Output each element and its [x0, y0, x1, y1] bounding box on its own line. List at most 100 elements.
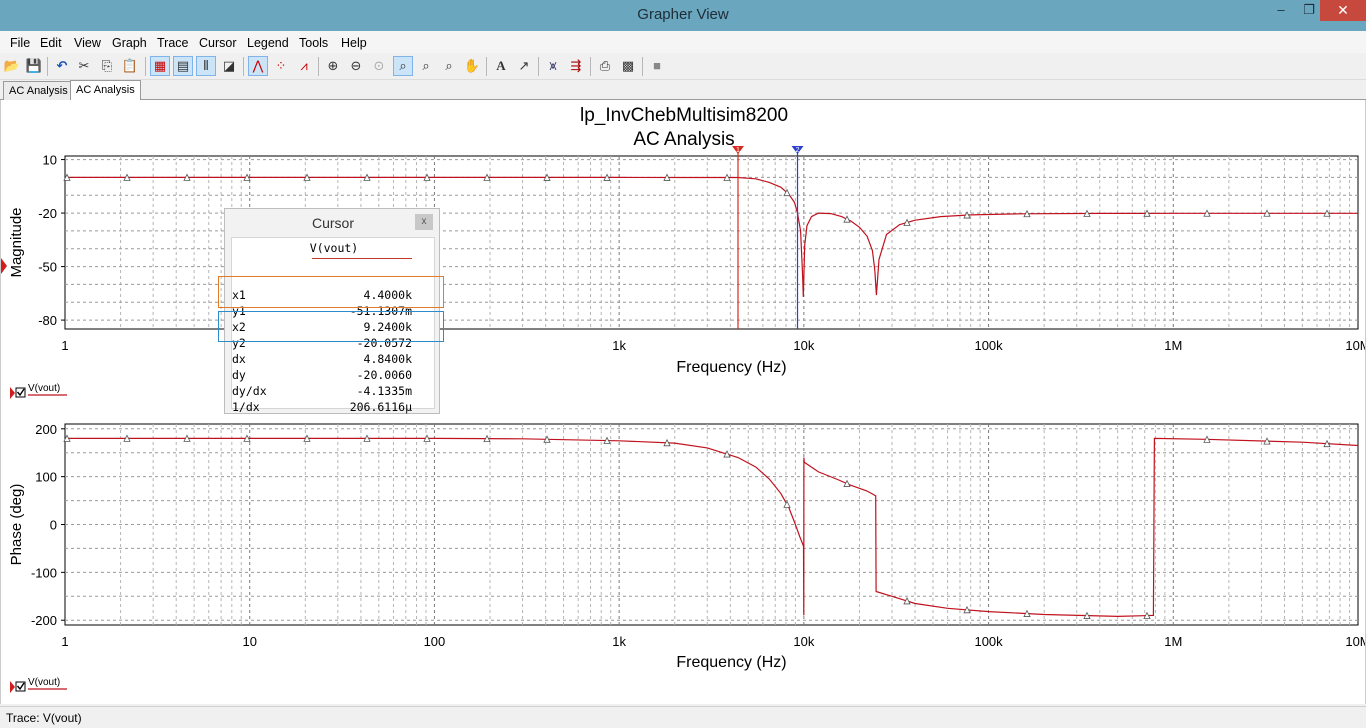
- menu-edit[interactable]: Edit: [40, 36, 62, 50]
- magnitude-chart[interactable]: 10 -20 -50 -80 1 1k 10k 100k 1M 10M Frequency (Hz)…: [8, 146, 1366, 399]
- zoom-area-icon[interactable]: ⌕: [393, 56, 413, 76]
- y-tick-label: -100: [31, 565, 57, 580]
- row-key: dx: [232, 352, 246, 366]
- cursor-1-label: 1: [736, 147, 740, 154]
- graph-canvas[interactable]: lp_InvChebMultisim8200 AC Analysis 10 -20…: [0, 100, 1366, 704]
- toolbar: 📂 💾 ↶ ✂ ⎘ 📋 ▦ ▤ ⫴ ◪ ⋀ ⁘ ⩘ ⊕ ⊖ ⊙ ⌕ ⌕ ⌕ ✋ …: [0, 53, 1366, 80]
- cut-icon[interactable]: ✂: [74, 56, 94, 76]
- status-text: Trace: V(vout): [6, 711, 82, 725]
- lines-points-icon[interactable]: ⩘: [294, 56, 314, 76]
- x-tick-label: 100: [424, 634, 446, 649]
- zoom-y-icon[interactable]: ⌕: [439, 56, 459, 76]
- legend-label: V(vout): [28, 677, 60, 688]
- menu-view[interactable]: View: [74, 36, 101, 50]
- menu-trace[interactable]: Trace: [157, 36, 189, 50]
- y-tick-label: -80: [38, 313, 57, 328]
- plot-area[interactable]: lp_InvChebMultisim8200 AC Analysis 10-20…: [1, 100, 1366, 704]
- toolbar-separator: [486, 57, 487, 76]
- y-tick-label: -20: [38, 206, 57, 221]
- stop-icon[interactable]: ■: [647, 56, 667, 76]
- zoom-out-icon[interactable]: ⊖: [346, 56, 366, 76]
- cursors-icon[interactable]: ⫴: [196, 56, 216, 76]
- cursor-2-label: 2: [796, 147, 800, 154]
- x-tick-label: 1: [61, 338, 68, 353]
- tab-strip: AC Analysis AC Analysis: [0, 80, 1366, 101]
- x-tick-label: 10M: [1345, 634, 1365, 649]
- zoom-x-icon[interactable]: ⌕: [416, 56, 436, 76]
- menu-graph[interactable]: Graph: [112, 36, 147, 50]
- pan-icon[interactable]: ✋: [462, 56, 482, 76]
- legend-marker-icon: [10, 387, 15, 399]
- row-key: dy/dx: [232, 384, 267, 398]
- close-button[interactable]: ✕: [1320, 0, 1366, 21]
- open-icon[interactable]: 📂: [2, 56, 22, 76]
- cursor-table-header: V(vout): [309, 241, 359, 255]
- y-tick-label: 200: [35, 422, 57, 437]
- tab-ac-analysis-1[interactable]: AC Analysis: [3, 81, 74, 100]
- toolbar-separator: [243, 57, 244, 76]
- show-lines-icon[interactable]: ⋀: [248, 56, 268, 76]
- x-tick-label: 1: [61, 634, 68, 649]
- properties-icon[interactable]: ▩: [618, 56, 638, 76]
- row-value: -20.0060: [356, 368, 412, 382]
- cursor2-highlight: [218, 311, 444, 342]
- row-key: 1/dx: [232, 400, 260, 414]
- graph-subtitle: AC Analysis: [633, 129, 734, 150]
- y-tick-label: -200: [31, 613, 57, 628]
- x-tick-label: 100k: [974, 634, 1003, 649]
- text-tool-icon[interactable]: A: [491, 56, 511, 76]
- x-tick-label: 10k: [793, 338, 814, 353]
- menu-tools[interactable]: Tools: [299, 36, 328, 50]
- tab-ac-analysis-2[interactable]: AC Analysis: [70, 80, 141, 101]
- menu-bar: File Edit View Graph Trace Cursor Legend…: [0, 31, 1366, 53]
- copy-icon[interactable]: ⎘: [97, 56, 117, 76]
- cursor-trace-color: [312, 258, 412, 259]
- graph-title: lp_InvChebMultisim8200: [580, 105, 788, 126]
- cursor-row-dx: dx 4.8400k: [232, 352, 436, 368]
- legend-marker-icon: [10, 681, 15, 693]
- x-tick-label: 1M: [1164, 338, 1182, 353]
- maximize-button[interactable]: ❐: [1295, 0, 1323, 21]
- row-key: dy: [232, 368, 246, 382]
- overlay-icon[interactable]: ◪: [219, 56, 239, 76]
- x-tick-label: 10: [242, 634, 256, 649]
- window-title: Grapher View: [637, 6, 729, 23]
- minimize-button[interactable]: –: [1267, 0, 1295, 21]
- x-axis-label: Frequency (Hz): [676, 359, 786, 376]
- x-axis-label: Frequency (Hz): [676, 654, 786, 671]
- legend-icon[interactable]: ▤: [173, 56, 193, 76]
- row-value: -4.1335m: [356, 384, 412, 398]
- x-tick-label: 10M: [1345, 338, 1365, 353]
- save-icon[interactable]: 💾: [24, 56, 44, 76]
- x-tick-label: 1M: [1164, 634, 1182, 649]
- menu-legend[interactable]: Legend: [247, 36, 289, 50]
- y-tick-label: -50: [38, 260, 57, 275]
- export-icon[interactable]: ⇶: [566, 56, 586, 76]
- cursor-window-close-button[interactable]: x: [415, 214, 433, 230]
- zoom-full-icon[interactable]: ⊙: [369, 56, 389, 76]
- toolbar-separator: [538, 57, 539, 76]
- phase-chart[interactable]: 200 100 0 -100 -200 1 10 100 1k 10k 100k 1M 10M Frequ…: [8, 422, 1366, 693]
- label-tool-icon[interactable]: ↗: [514, 56, 534, 76]
- grid-icon[interactable]: ▦: [150, 56, 170, 76]
- title-bar: Grapher View – ❐ ✕: [0, 0, 1366, 31]
- undo-icon[interactable]: ↶: [52, 56, 72, 76]
- menu-help[interactable]: Help: [341, 36, 367, 50]
- y-tick-label: 100: [35, 470, 57, 485]
- x-tick-label: 10k: [793, 634, 814, 649]
- compare-icon[interactable]: ⩙: [543, 56, 563, 76]
- x-tick-label: 1k: [612, 338, 626, 353]
- cursor-window-title: Cursor: [311, 215, 354, 231]
- zoom-in-icon[interactable]: ⊕: [323, 56, 343, 76]
- menu-cursor[interactable]: Cursor: [199, 36, 237, 50]
- y-axis-label: Magnitude: [8, 207, 25, 277]
- y-tick-label: 0: [50, 518, 57, 533]
- print-preview-icon[interactable]: ⎙: [595, 56, 615, 76]
- cursor1-highlight: [218, 276, 444, 308]
- toolbar-separator: [318, 57, 319, 76]
- paste-icon[interactable]: 📋: [120, 56, 140, 76]
- show-points-icon[interactable]: ⁘: [271, 56, 291, 76]
- menu-file[interactable]: File: [10, 36, 30, 50]
- cursor-row-dydx: dy/dx -4.1335m: [232, 384, 436, 400]
- cursor-row-dy: dy -20.0060: [232, 368, 436, 384]
